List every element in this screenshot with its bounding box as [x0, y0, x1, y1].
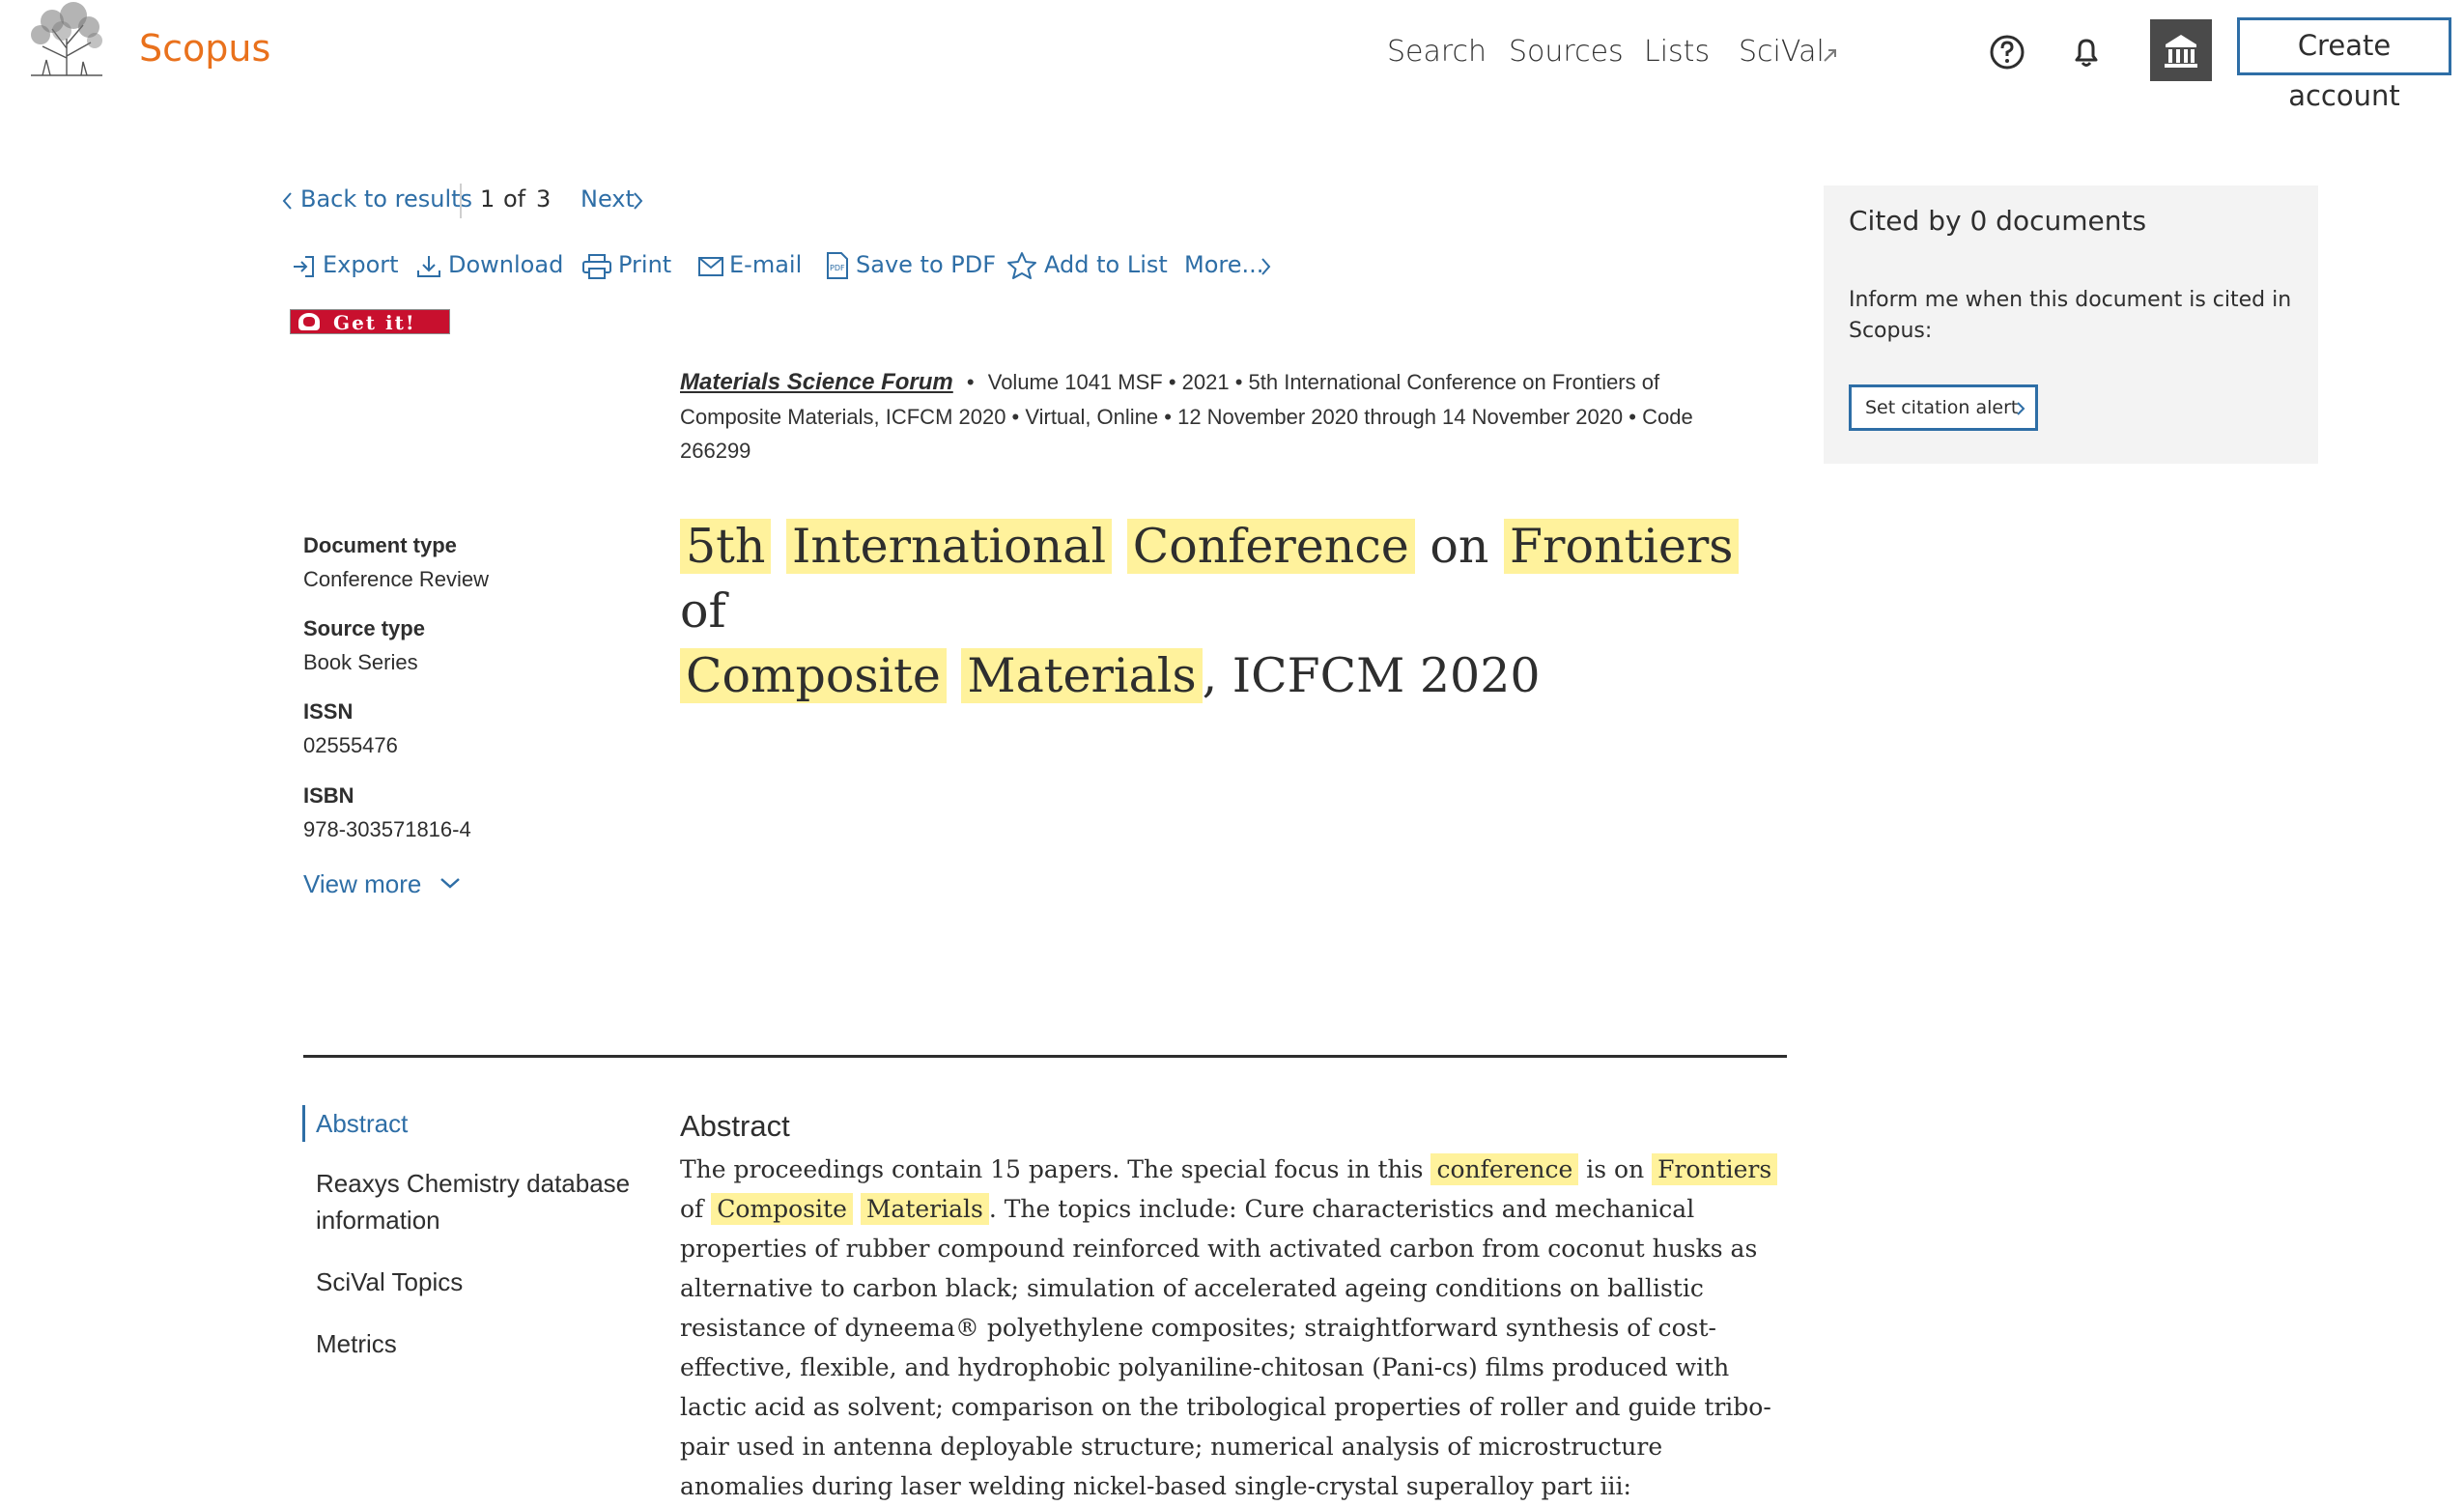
source-info-line-1: Materials Science Forum • Volume 1041 MS… — [680, 369, 1660, 395]
source-type-label: Source type — [303, 616, 425, 640]
source-info-line-3: 266299 — [680, 439, 751, 463]
notifications-bell-icon[interactable] — [2067, 33, 2106, 71]
document-type-value: Conference Review — [303, 567, 489, 591]
toc-abstract[interactable]: Abstract — [316, 1105, 408, 1142]
nav-scival[interactable]: SciVal — [1739, 35, 1825, 69]
abstract-highlight: conference — [1430, 1153, 1579, 1185]
title-word: of — [680, 583, 726, 639]
title-highlight: Composite — [680, 648, 947, 703]
add-to-list-button[interactable]: Add to List — [1044, 251, 1168, 278]
abstract-highlight: Composite — [711, 1193, 853, 1225]
title-word: on — [1430, 519, 1489, 574]
create-account-button[interactable]: Create account — [2237, 17, 2451, 112]
chevron-right-icon — [632, 189, 645, 217]
view-more-link[interactable]: View more — [303, 869, 421, 899]
more-actions-button[interactable]: More... — [1184, 251, 1263, 278]
download-button[interactable]: Download — [448, 251, 563, 278]
set-citation-alert-button[interactable]: Set citation alert — [1849, 384, 2038, 431]
result-total: 3 — [536, 185, 552, 213]
export-button[interactable]: Export — [323, 251, 399, 278]
abstract-highlight: Frontiers — [1652, 1153, 1778, 1185]
abstract-segment: The proceedings contain 15 papers. The s… — [680, 1155, 1424, 1183]
divider — [460, 184, 462, 218]
isbn-value: 978-303571816-4 — [303, 817, 471, 841]
cited-by-panel: Cited by 0 documents Inform me when this… — [1824, 185, 2318, 464]
export-icon[interactable] — [292, 253, 317, 285]
source-type-value: Book Series — [303, 650, 418, 674]
save-to-pdf-button[interactable]: Save to PDF — [856, 251, 996, 278]
title-highlight: Materials — [961, 648, 1203, 703]
chevron-left-icon — [280, 189, 294, 217]
abstract-segment: of — [680, 1195, 704, 1223]
issn-label: ISSN — [303, 699, 354, 724]
abstract-segment: . The topics include: Cure characteristi… — [680, 1195, 1771, 1500]
source-info-line-2: Composite Materials, ICFCM 2020 • Virtua… — [680, 405, 1693, 429]
cited-inform-text-2: Scopus: — [1849, 319, 1933, 343]
print-button[interactable]: Print — [618, 251, 671, 278]
cited-inform-text-1: Inform me when this document is cited in — [1849, 288, 2292, 312]
section-divider — [303, 1055, 1787, 1058]
toc-reaxys-line-2[interactable]: information — [316, 1202, 440, 1238]
document-title: 5th International Conference on Frontier… — [680, 514, 1791, 708]
print-icon[interactable] — [581, 253, 612, 285]
toc-reaxys-line-1[interactable]: Reaxys Chemistry database — [316, 1165, 630, 1202]
result-of: of — [503, 185, 526, 213]
chevron-down-icon[interactable] — [439, 875, 462, 895]
external-link-icon — [1822, 46, 1839, 69]
title-word: , ICFCM 2020 — [1202, 648, 1541, 703]
abstract-highlight: Materials — [860, 1193, 989, 1225]
scopus-brand-link[interactable]: Scopus — [139, 27, 270, 70]
institution-icon — [2165, 35, 2197, 68]
pdf-icon[interactable]: PDF — [825, 251, 850, 285]
back-to-results-link[interactable]: Back to results — [300, 185, 472, 213]
abstract-heading: Abstract — [680, 1109, 790, 1143]
title-highlight: Conference — [1126, 519, 1415, 574]
institution-button[interactable] — [2150, 19, 2212, 81]
nav-sources[interactable]: Sources — [1509, 35, 1624, 69]
toc-scival-topics[interactable]: SciVal Topics — [316, 1264, 463, 1300]
journal-link[interactable]: Materials Science Forum — [680, 369, 953, 395]
chevron-right-icon — [2017, 402, 2025, 415]
email-icon[interactable] — [697, 255, 724, 283]
help-icon[interactable] — [1988, 33, 2026, 71]
star-icon[interactable] — [1006, 251, 1037, 285]
get-it-button[interactable]: Get it! — [290, 309, 450, 334]
email-button[interactable]: E-mail — [729, 251, 802, 278]
title-highlight: Frontiers — [1504, 519, 1740, 574]
result-position: 1 — [480, 185, 496, 213]
svg-text:PDF: PDF — [830, 264, 845, 272]
issn-value: 02555476 — [303, 733, 398, 757]
shield-icon — [298, 313, 320, 330]
nav-lists[interactable]: Lists — [1644, 35, 1710, 69]
toc-metrics[interactable]: Metrics — [316, 1325, 397, 1362]
nav-search[interactable]: Search — [1387, 35, 1487, 69]
next-result-link[interactable]: Next — [581, 185, 635, 213]
title-highlight: International — [786, 519, 1113, 574]
source-details: Volume 1041 MSF • 2021 • 5th Internation… — [987, 370, 1660, 394]
chevron-right-icon — [1260, 255, 1273, 283]
document-type-label: Document type — [303, 533, 457, 557]
set-citation-alert-label: Set citation alert — [1865, 397, 2019, 418]
elsevier-tree-logo[interactable] — [23, 0, 110, 79]
abstract-text: The proceedings contain 15 papers. The s… — [680, 1150, 1791, 1506]
title-highlight: 5th — [680, 519, 772, 574]
download-icon[interactable] — [415, 253, 442, 285]
get-it-label: Get it! — [333, 311, 416, 334]
cited-by-title: Cited by 0 documents — [1849, 205, 2147, 237]
abstract-segment: is on — [1586, 1155, 1645, 1183]
isbn-label: ISBN — [303, 783, 354, 808]
toc-active-indicator — [302, 1105, 305, 1142]
